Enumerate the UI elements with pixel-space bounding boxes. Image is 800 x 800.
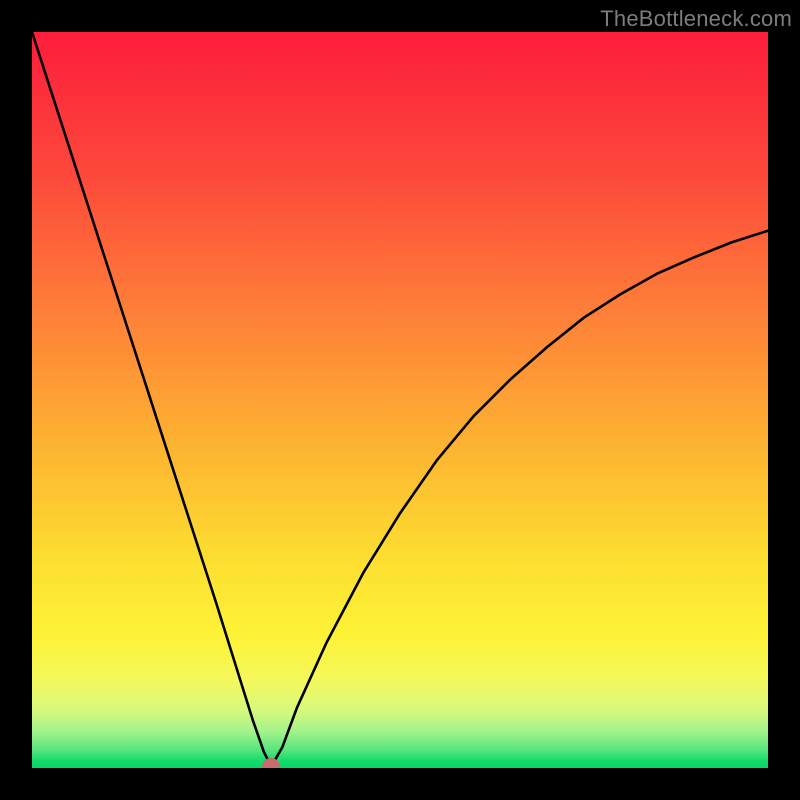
bottleneck-curve: [32, 32, 768, 768]
chart-frame: TheBottleneck.com: [0, 0, 800, 800]
watermark-text: TheBottleneck.com: [600, 6, 792, 32]
plot-area: [32, 32, 768, 768]
